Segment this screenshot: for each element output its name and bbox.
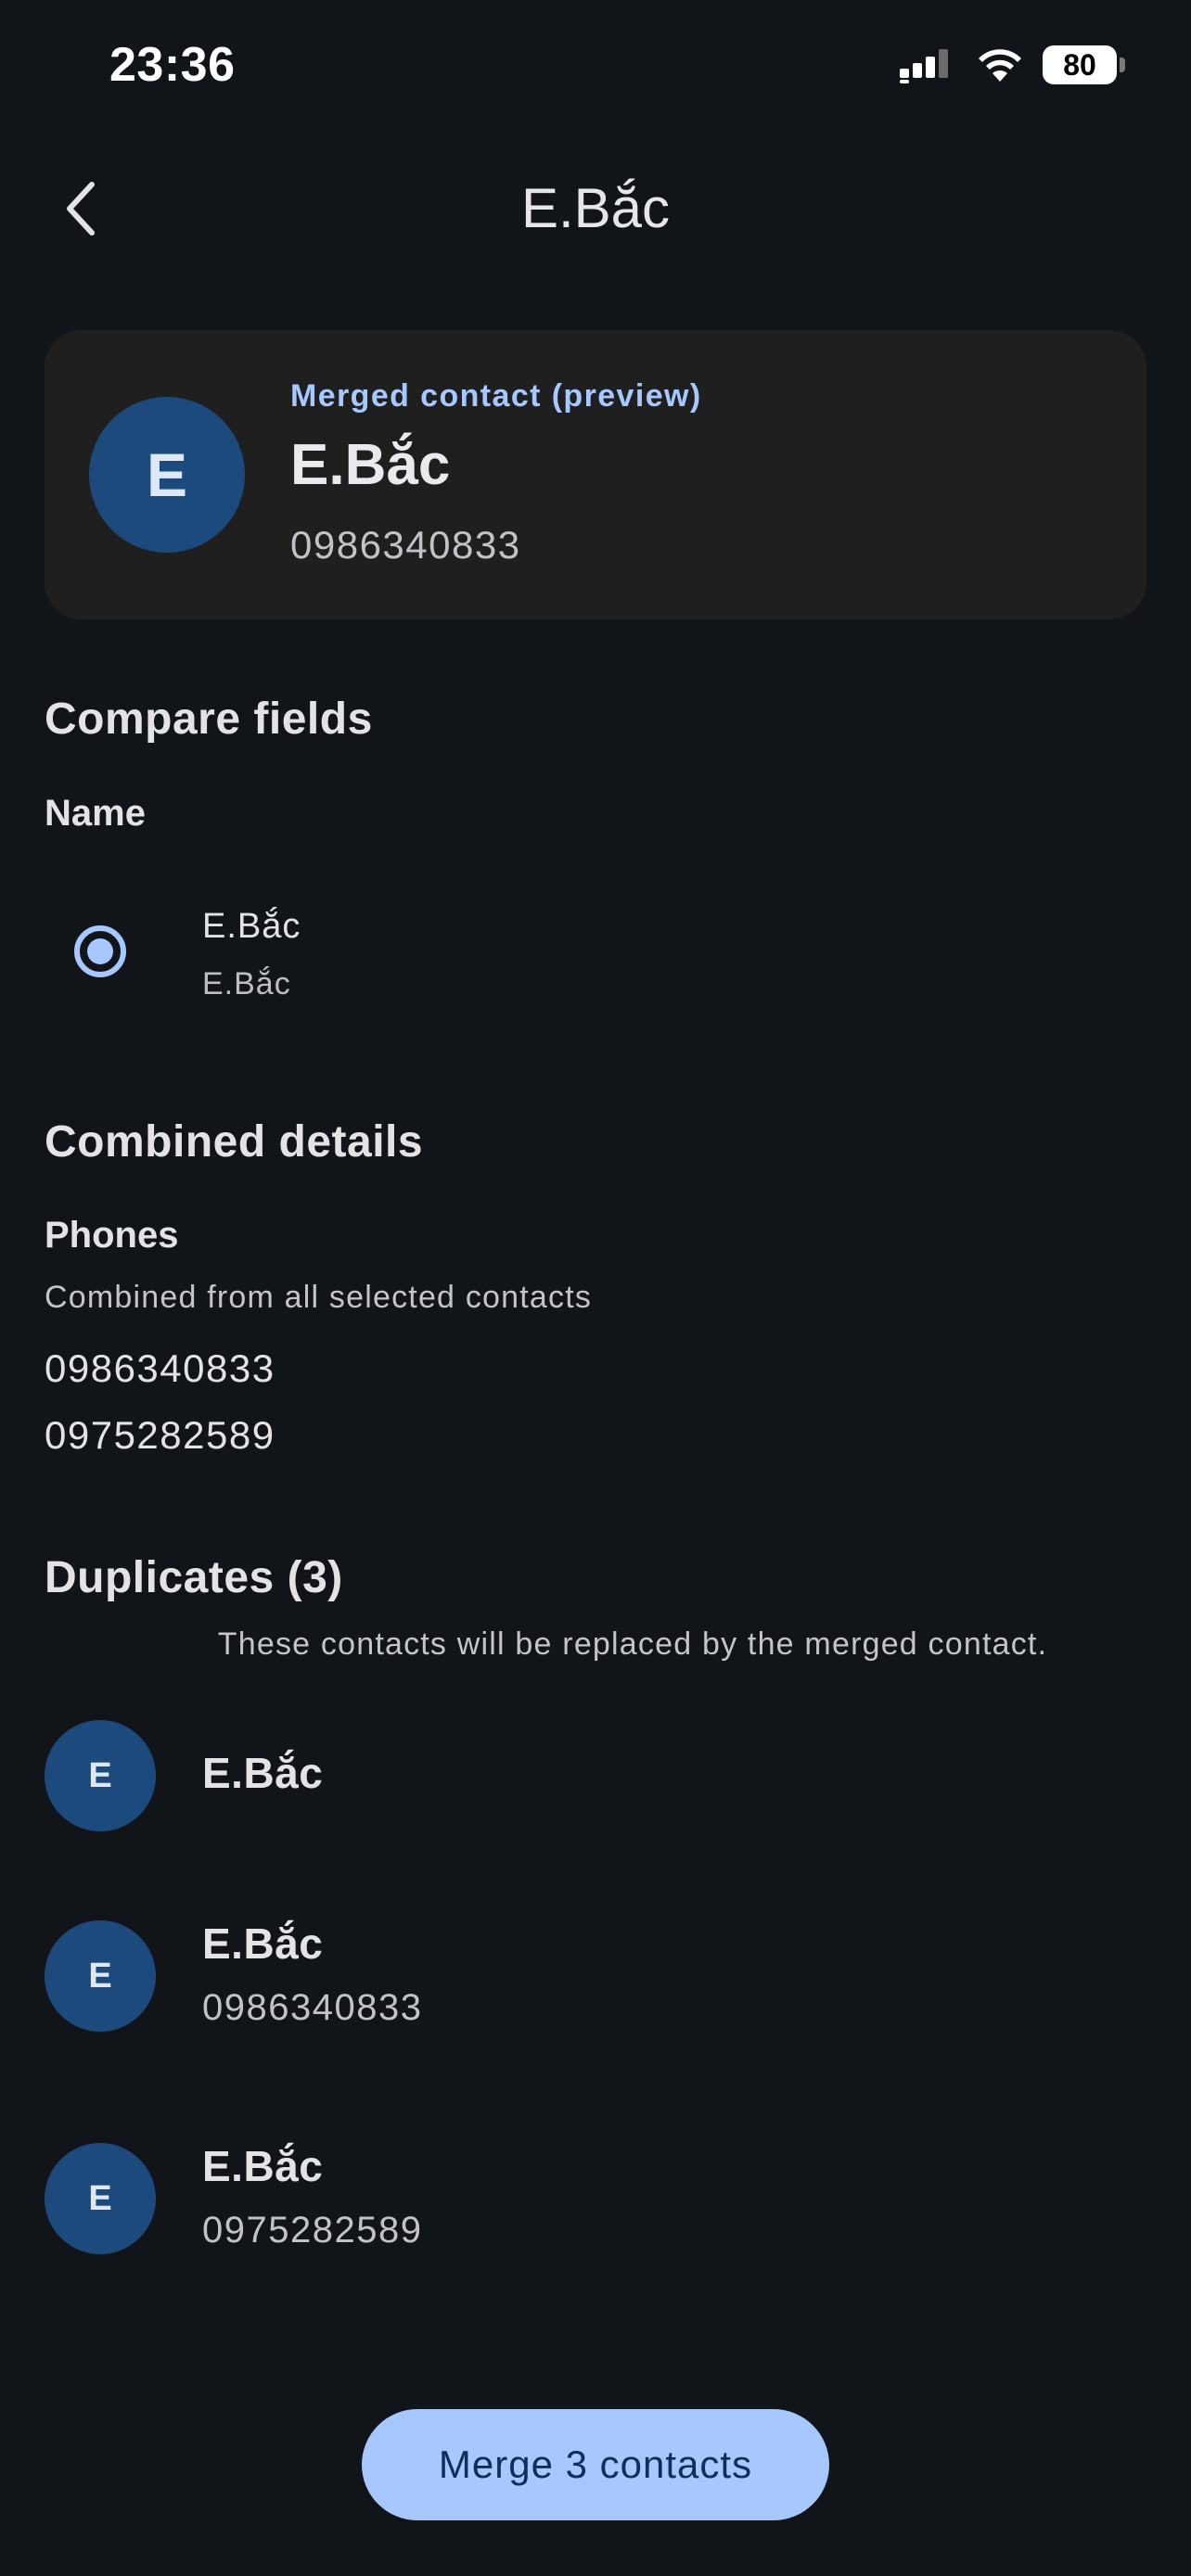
compare-fields-title: Compare fields xyxy=(45,695,373,744)
phones-label: Phones xyxy=(45,1215,179,1256)
avatar: E xyxy=(45,2143,156,2254)
phones-subtitle: Combined from all selected contacts xyxy=(45,1280,593,1315)
status-icons: 80 xyxy=(898,45,1125,85)
wifi-icon xyxy=(979,49,1021,82)
preview-phone: 0986340833 xyxy=(290,523,521,567)
avatar: E xyxy=(45,1920,156,2032)
duplicate-phone: 0975282589 xyxy=(202,2210,423,2251)
duplicate-contact-row[interactable]: E E.Bắc 0986340833 xyxy=(45,1919,1146,2050)
duplicate-contact-row[interactable]: E E.Bắc 0975282589 xyxy=(45,2142,1146,2273)
combined-phone-2: 0975282589 xyxy=(45,1413,275,1457)
cellular-signal-icon xyxy=(900,49,948,83)
radio-dot xyxy=(87,938,113,964)
merge-contacts-button[interactable]: Merge 3 contacts xyxy=(362,2409,829,2520)
name-option-primary: E.Bắc xyxy=(202,907,301,946)
duplicate-name: E.Bắc xyxy=(202,1919,324,1968)
avatar: E xyxy=(45,1720,156,1831)
status-bar: 23:36 80 xyxy=(0,0,1191,139)
top-app-bar: E.Bắc xyxy=(0,158,1191,260)
merge-contacts-screen: 23:36 80 E.Bắc E Merged contact (preview… xyxy=(0,0,1191,2576)
duplicate-name: E.Bắc xyxy=(202,2142,324,2190)
merged-preview-card: E Merged contact (preview) E.Bắc 0986340… xyxy=(45,330,1146,619)
preview-name: E.Bắc xyxy=(290,433,451,497)
duplicate-name: E.Bắc xyxy=(202,1749,324,1797)
duplicates-title: Duplicates (3) xyxy=(45,1553,343,1602)
duplicate-phone: 0986340833 xyxy=(202,1987,423,2028)
name-option-secondary: E.Bắc xyxy=(202,966,291,1001)
status-time: 23:36 xyxy=(109,38,236,92)
preview-label: Merged contact (preview) xyxy=(290,378,702,414)
name-field-label: Name xyxy=(45,793,146,834)
page-title: E.Bắc xyxy=(520,177,671,239)
combined-phone-1: 0986340833 xyxy=(45,1346,275,1390)
duplicates-subtitle: These contacts will be replaced by the m… xyxy=(217,1626,1048,1662)
name-option[interactable]: E.Bắc E.Bắc xyxy=(45,881,1146,1029)
battery-nub xyxy=(1120,57,1125,72)
radio-selected-icon[interactable] xyxy=(74,925,126,977)
combined-details-title: Combined details xyxy=(45,1117,424,1167)
battery-icon: 80 xyxy=(1043,45,1125,84)
avatar: E xyxy=(89,397,245,553)
battery-level: 80 xyxy=(1063,47,1096,82)
duplicate-contact-row[interactable]: E E.Bắc xyxy=(45,1720,1146,1850)
